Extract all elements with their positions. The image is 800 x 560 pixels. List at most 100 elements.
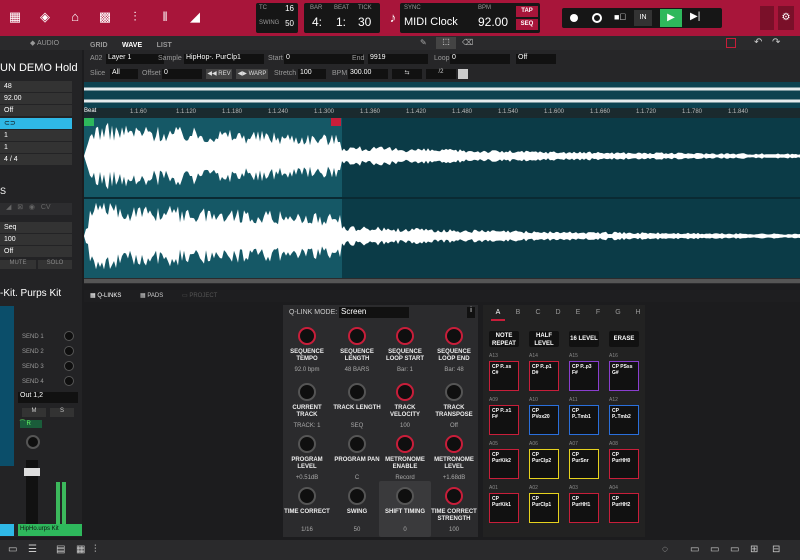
warp-enable-icon[interactable] — [458, 69, 468, 79]
erase-button[interactable]: ERASE — [609, 331, 639, 347]
warp-button[interactable]: ◀▶ WARP — [236, 69, 268, 79]
loop-start-field[interactable]: 1 — [0, 130, 72, 141]
offset-field[interactable]: 0 — [162, 69, 202, 79]
send-1-knob[interactable] — [64, 331, 74, 341]
track-type-field[interactable]: Seq — [0, 222, 72, 233]
qlink-knob[interactable] — [348, 383, 366, 401]
mixer-icon[interactable]: ⫶ — [126, 8, 144, 26]
pad-grid-icon[interactable]: ▩ — [96, 8, 114, 26]
menu-button[interactable] — [760, 6, 774, 30]
pad[interactable]: CP P..x1 F# — [489, 405, 519, 435]
bank-tab[interactable]: B — [511, 309, 525, 321]
pad[interactable]: CP PSss G# — [609, 361, 639, 391]
info-icon[interactable]: i — [467, 307, 475, 318]
record-arm-icon[interactable] — [726, 38, 736, 48]
tab-list[interactable]: LIST — [157, 42, 172, 49]
layer-select[interactable]: Layer 1 — [106, 54, 164, 64]
send-4-knob[interactable] — [64, 376, 74, 386]
double-tempo-button[interactable]: /2 — [426, 69, 456, 79]
qlink-knob[interactable] — [396, 435, 414, 453]
qlink-knob[interactable] — [445, 327, 463, 345]
stretch-field[interactable]: 100 — [298, 69, 326, 79]
solo-button[interactable]: SOLO — [38, 260, 72, 269]
pad[interactable]: CP PurHH0 — [609, 449, 639, 479]
half-tempo-button[interactable]: ⇆ — [392, 69, 422, 79]
mixer-view-icon[interactable]: ⫶ — [94, 544, 97, 555]
time-signature-field[interactable]: 4 / 4 — [0, 154, 72, 165]
pad[interactable]: CP PurSnr — [569, 449, 599, 479]
slice-select[interactable]: All — [110, 69, 138, 79]
qlink-knob[interactable] — [298, 327, 316, 345]
end-marker-handle[interactable] — [331, 118, 341, 126]
rec-arm-badge[interactable]: ⁀ R — [20, 420, 42, 428]
bank-tab[interactable]: F — [591, 309, 605, 321]
tab-project[interactable]: ▭ PROJECT — [182, 292, 217, 299]
end-field[interactable]: 9919 — [368, 54, 428, 64]
program-solo-button[interactable]: S — [50, 408, 74, 417]
bank-tab[interactable]: E — [571, 309, 585, 321]
bank-tab[interactable]: D — [551, 309, 565, 321]
seq-length-field[interactable]: 48 — [0, 81, 72, 92]
sidebar-toggle-icon[interactable]: ▭ — [8, 544, 17, 555]
seq-button[interactable]: SEQ — [516, 19, 538, 30]
qlink-knob[interactable] — [298, 487, 316, 505]
overdub-icon[interactable] — [592, 13, 602, 23]
pad[interactable]: CP PurClp2 — [529, 449, 559, 479]
pad[interactable]: CP PurKik2 — [489, 449, 519, 479]
start-marker-handle[interactable] — [84, 118, 94, 126]
note-repeat-button[interactable]: NOTE REPEAT — [489, 331, 519, 347]
pad[interactable]: CP P..p1 D# — [529, 361, 559, 391]
eq-icon[interactable]: ǁ — [156, 8, 174, 26]
audio-tab[interactable]: ◆ AUDIO — [30, 39, 59, 47]
sample-bpm-field[interactable]: 300.00 — [348, 69, 388, 79]
undo-icon[interactable]: ↶ — [754, 37, 762, 48]
help-icon[interactable]: ◌ — [662, 544, 668, 555]
view-a-icon[interactable]: ▭ — [690, 544, 699, 555]
pad[interactable]: CP PVox20 — [529, 405, 559, 435]
pad[interactable]: CP PurClp1 — [529, 493, 559, 523]
tc-swing-box[interactable]: TC 16 SWING 50 — [256, 3, 298, 33]
bank-tab[interactable]: G — [611, 309, 625, 321]
loop-mode-select[interactable]: Off — [516, 54, 556, 64]
qlink-knob[interactable] — [445, 487, 463, 505]
waveform-display[interactable] — [84, 118, 800, 278]
track-mode-buttons[interactable]: ◢ ⊠ ◉ CV — [0, 203, 72, 215]
main-icon[interactable]: ⌂ — [66, 8, 84, 26]
sequence-name[interactable]: UN DEMO Hold — [0, 62, 78, 74]
loop-end-field[interactable]: 1 — [0, 142, 72, 153]
half-level-button[interactable]: HALF LEVEL — [529, 331, 559, 347]
send-3-knob[interactable] — [64, 361, 74, 371]
timeline-ruler[interactable]: Beat 1.1.60 1.1.120 1.1.180 1.1.240 1.1.… — [84, 108, 800, 118]
play-start-icon[interactable]: IN — [634, 10, 652, 26]
redo-icon[interactable]: ↷ — [772, 37, 780, 48]
pad[interactable]: CP P..p3 F# — [569, 361, 599, 391]
grid-icon[interactable]: ▦ — [6, 8, 24, 26]
bank-tab[interactable]: C — [531, 309, 545, 321]
volume-fader-handle[interactable] — [24, 468, 40, 476]
next-icon[interactable]: ▶| — [690, 11, 700, 22]
record-icon[interactable] — [570, 14, 578, 22]
seq-tempo-field[interactable]: 92.00 — [0, 93, 72, 104]
view-d-icon[interactable]: ⊞ — [750, 544, 758, 555]
qlink-knob[interactable] — [348, 327, 366, 345]
view-e-icon[interactable]: ⊟ — [772, 544, 780, 555]
horizontal-scrollbar[interactable] — [84, 278, 800, 284]
mute-button[interactable]: MUTE — [0, 260, 36, 269]
view-c-icon[interactable]: ▭ — [730, 544, 739, 555]
link-toggle[interactable]: ⊂⊃ — [0, 118, 72, 129]
bank-tab[interactable]: A — [491, 309, 505, 321]
view-b-icon[interactable]: ▭ — [710, 544, 719, 555]
pad[interactable]: CP P..Tmb1 — [569, 405, 599, 435]
tab-wave[interactable]: WAVE — [122, 42, 142, 49]
pad[interactable]: CP PurHH1 — [569, 493, 599, 523]
qlink-knob[interactable] — [445, 383, 463, 401]
sample-select[interactable]: HipHop-. PurClp1 — [184, 54, 264, 64]
tab-pads[interactable]: ▦ PADS — [140, 292, 163, 299]
qlink-knob[interactable] — [298, 383, 316, 401]
seq-loop-field[interactable]: Off — [0, 105, 72, 116]
qlink-mode-select[interactable]: Screen — [339, 307, 409, 318]
list-icon[interactable]: ☰ — [28, 544, 37, 555]
program-name[interactable]: -Kit. Purps Kit — [0, 288, 61, 299]
qlink-knob[interactable] — [396, 327, 414, 345]
position-box[interactable]: BAR BEAT TICK 4: 1: 30 — [304, 3, 380, 33]
